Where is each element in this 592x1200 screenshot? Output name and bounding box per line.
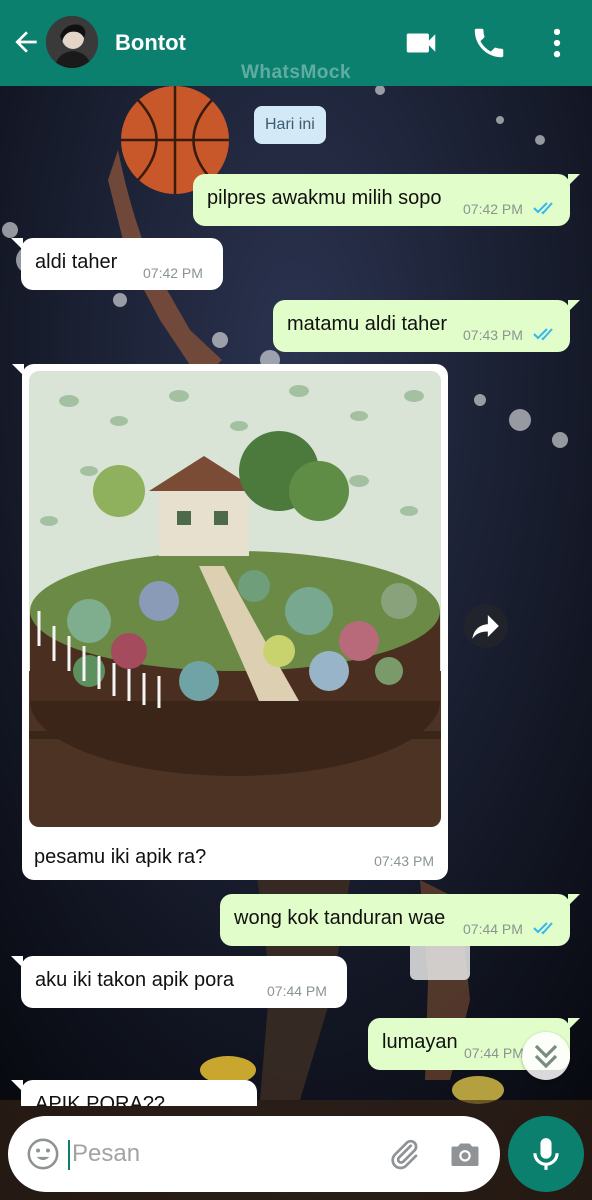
date-chip: Hari ini — [254, 106, 326, 144]
bubble-tail — [568, 894, 580, 906]
forward-icon — [472, 615, 499, 639]
message-time: 07:44 PM — [463, 921, 523, 937]
bubble-tail — [12, 364, 24, 376]
message-bubble-incoming[interactable]: APIK PORA?? — [11, 1080, 257, 1106]
message-bubble-incoming[interactable]: aku iki takon apik pora 07:44 PM — [11, 956, 347, 1008]
mic-button[interactable] — [508, 1116, 584, 1192]
message-composer — [8, 1116, 500, 1192]
double-chevron-down-icon — [534, 1044, 558, 1069]
message-text: pilpres awakmu milih sopo — [207, 187, 442, 209]
image-message-bubble[interactable]: pesamu iki apik ra? 07:43 PM — [12, 364, 448, 880]
message-time: 07:43 PM — [463, 327, 523, 343]
back-arrow-icon[interactable] — [10, 26, 42, 58]
bubble-tail — [11, 1080, 23, 1092]
read-ticks-icon — [533, 922, 553, 935]
bubble-tail — [568, 1018, 580, 1030]
bubble-tail — [568, 300, 580, 312]
avatar[interactable] — [46, 16, 98, 68]
forward-button[interactable] — [464, 604, 508, 648]
avatar-photo — [46, 16, 98, 68]
message-bubble-outgoing[interactable]: wong kok tanduran wae 07:44 PM — [220, 894, 580, 946]
watermark: WhatsMock — [240, 62, 352, 83]
image-caption: pesamu iki apik ra? — [34, 846, 207, 868]
message-text: matamu aldi taher — [287, 313, 448, 335]
contact-name[interactable]: Bontot — [115, 30, 186, 56]
message-text: aku iki takon apik pora — [35, 969, 235, 991]
message-time: 07:44 PM — [464, 1045, 524, 1061]
message-time: 07:42 PM — [143, 265, 203, 281]
message-bubble-outgoing[interactable]: pilpres awakmu milih sopo 07:42 PM — [193, 174, 580, 226]
emoji-icon[interactable] — [26, 1137, 60, 1171]
read-ticks-icon — [533, 202, 553, 215]
chat-header: Bontot WhatsMock — [0, 0, 592, 86]
attach-icon[interactable] — [386, 1136, 422, 1172]
text-cursor — [68, 1140, 70, 1170]
mic-icon — [533, 1138, 559, 1170]
message-text: aldi taher — [35, 251, 118, 273]
phone-icon[interactable] — [470, 24, 508, 62]
message-time: 07:43 PM — [374, 853, 434, 869]
camera-icon[interactable] — [446, 1136, 484, 1172]
message-bubble-outgoing[interactable]: matamu aldi taher 07:43 PM — [273, 300, 580, 352]
message-time: 07:42 PM — [463, 201, 523, 217]
message-text: wong kok tanduran wae — [234, 907, 446, 929]
photo-illustration — [29, 371, 441, 827]
bubble-tail — [11, 238, 23, 250]
succulent-garden-photo[interactable] — [29, 371, 441, 827]
message-input[interactable] — [72, 1134, 372, 1174]
bubble-tail — [11, 956, 23, 968]
more-vert-icon[interactable] — [538, 24, 576, 62]
message-time: 07:44 PM — [267, 983, 327, 999]
bubble-tail — [568, 174, 580, 186]
video-call-icon[interactable] — [402, 24, 440, 62]
message-text: lumayan — [382, 1031, 458, 1053]
message-bubble-incoming[interactable]: aldi taher 07:42 PM — [11, 238, 223, 290]
message-text: APIK PORA?? — [35, 1093, 166, 1106]
scroll-to-bottom-button[interactable] — [522, 1032, 570, 1080]
message-list[interactable]: Hari ini pilpres awakmu milih sopo 07:42… — [0, 86, 592, 1106]
read-ticks-icon — [533, 328, 553, 341]
